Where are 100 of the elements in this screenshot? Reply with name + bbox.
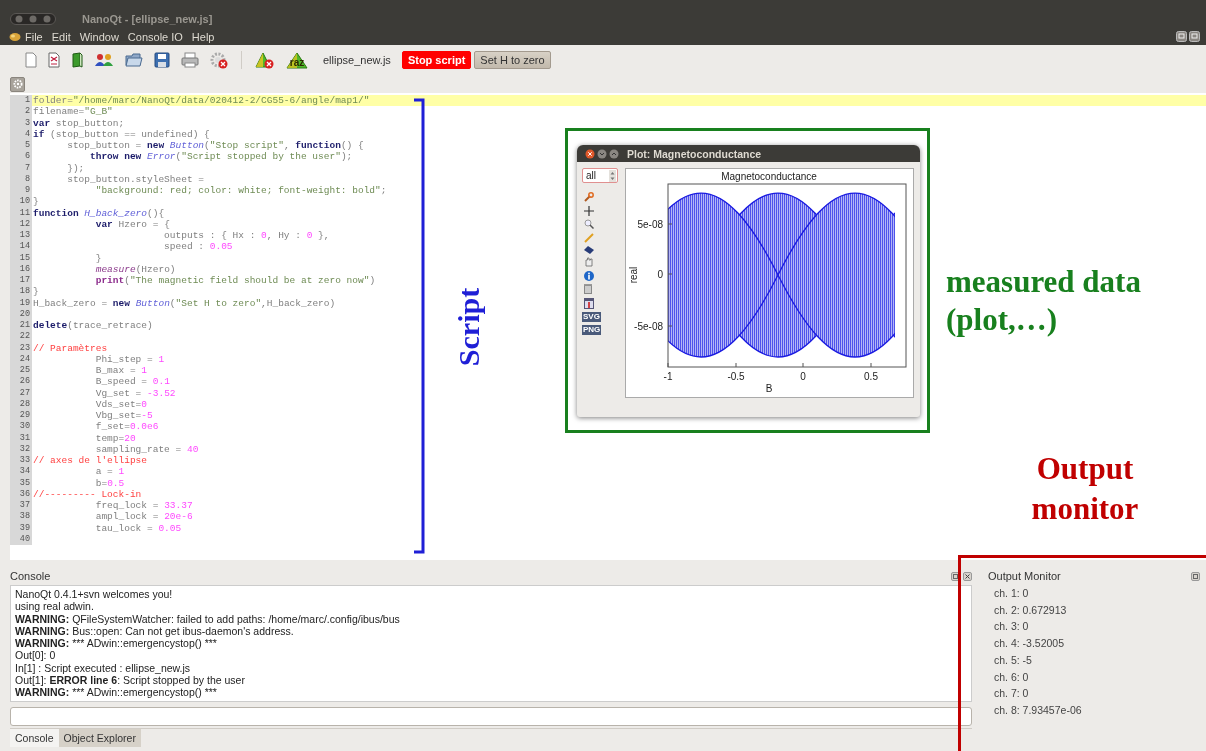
code-line: a = 1: [94, 466, 125, 478]
line-number: 17: [10, 275, 32, 287]
printer-icon[interactable]: [181, 52, 199, 68]
info-icon[interactable]: [584, 270, 594, 281]
code-line: temp=20: [94, 432, 136, 444]
console-line: WARNING: *** ADwin::emergencystop() ***: [15, 686, 218, 699]
code-line: var Hzero = {: [94, 218, 170, 230]
line-number: 33: [10, 455, 32, 467]
code-line: if (stop_button == undefined) {: [32, 128, 210, 140]
code-line: Vg_set = -3.52: [94, 387, 176, 399]
window-restore-icon[interactable]: [1176, 31, 1200, 42]
panel-title: Output Monitor: [988, 570, 1061, 582]
menu-item[interactable]: Console IO: [127, 30, 183, 43]
window-controls-icon[interactable]: [10, 13, 56, 25]
export-button[interactable]: SVG: [582, 311, 601, 322]
code-line: Vds_set=0: [94, 398, 148, 410]
line-number: 15: [10, 252, 32, 264]
line-number: 9: [10, 185, 32, 197]
code-line: B_max = 1: [94, 365, 148, 377]
trace-selector-field[interactable]: all: [582, 168, 618, 183]
zoom-icon[interactable]: [584, 219, 594, 230]
code-line: "background: red; color: white; font-weight: bold";: [94, 185, 387, 197]
line-number: 25: [10, 365, 32, 377]
menu-item[interactable]: Edit: [51, 30, 71, 43]
triangle-stop-icon[interactable]: [255, 51, 275, 69]
y-axis-label: real: [628, 266, 639, 284]
line-number: 5: [10, 140, 32, 152]
wrench-icon[interactable]: [584, 192, 594, 203]
gear-stop-icon[interactable]: [210, 51, 228, 69]
crosshair-icon[interactable]: [584, 205, 594, 216]
stop-script-button[interactable]: Stop script: [401, 51, 472, 69]
x-axis-label: B: [765, 383, 773, 394]
save-icon[interactable]: [154, 52, 170, 68]
line-number: 22: [10, 331, 32, 343]
people-icon[interactable]: [94, 52, 114, 68]
pdf-export-icon[interactable]: [584, 297, 594, 309]
code-line: print("The magnetic field should be at zero now"): [94, 275, 376, 287]
y-tick-label: 5e-08: [637, 218, 663, 230]
panel-tab[interactable]: Object Explorer: [58, 729, 141, 747]
channel-reading: ch. 5: -5: [993, 652, 1033, 668]
settings-button[interactable]: [10, 76, 25, 92]
channel-reading: ch. 6: 0: [993, 669, 1030, 685]
console-line: Out[0]: 0: [15, 649, 57, 662]
trash-icon[interactable]: [584, 284, 592, 295]
x-tick-label: -0.5: [727, 371, 745, 382]
line-number: 18: [10, 286, 32, 298]
code-line: b=0.5: [94, 477, 125, 489]
window-controls-icon[interactable]: [585, 148, 619, 159]
line-number: 11: [10, 207, 32, 219]
code-line: var stop_button;: [32, 117, 125, 129]
channel-reading: ch. 2: 0.672913: [993, 602, 1068, 618]
line-number: 1: [10, 95, 32, 107]
code-line: stop_button.styleSheet =: [66, 173, 205, 185]
script-file-icon[interactable]: [48, 52, 60, 68]
line-number: 19: [10, 297, 32, 309]
x-tick-label: 0: [800, 371, 806, 382]
chart-title: Magnetoconductance: [721, 171, 817, 182]
channel-reading: ch. 1: 0: [993, 586, 1030, 601]
book-icon[interactable]: [71, 52, 83, 68]
undock-icon[interactable]: [951, 571, 960, 581]
code-line: ampl_lock = 20e-6: [94, 511, 193, 523]
line-number: 3: [10, 117, 32, 129]
code-line: }: [94, 252, 102, 264]
close-icon[interactable]: [963, 571, 972, 581]
line-number: 2: [10, 106, 32, 118]
console-line: NanoQt 0.4.1+svn welcomes you!: [15, 588, 174, 601]
code-editor[interactable]: [10, 93, 1206, 560]
code-line: Phi_step = 1: [94, 353, 165, 365]
code-line: }: [32, 196, 39, 208]
console-line: Out[1]: ERROR line 6: Script stopped by the user: [15, 674, 246, 687]
menu-item[interactable]: File: [25, 30, 43, 43]
code-line: measure(Hzero): [94, 263, 176, 275]
code-line: throw new Error("Script stopped by the user");: [89, 151, 353, 163]
code-line: filename="G_B": [32, 106, 113, 118]
console-line: WARNING: Bus::open: Can not get ibus-daemon's address.: [15, 624, 294, 638]
code-line: function H_back_zero(){: [32, 207, 165, 219]
line-number: 13: [10, 230, 32, 242]
folder-icon[interactable]: [125, 52, 143, 68]
menu-item[interactable]: Window: [79, 30, 119, 43]
menu-item[interactable]: Help: [191, 30, 215, 43]
line-number: 31: [10, 432, 32, 444]
undock-icon[interactable]: [1191, 571, 1200, 581]
toolbar-button[interactable]: Set H to zero: [474, 51, 551, 69]
line-number: 29: [10, 410, 32, 422]
annotation-label: Output monitor: [1030, 450, 1140, 528]
console-input-field[interactable]: [10, 707, 972, 726]
console-line: In[1] : Script executed : ellipse_new.js: [15, 661, 192, 675]
eraser-icon[interactable]: [584, 245, 594, 254]
spin-arrows-icon[interactable]: [609, 169, 616, 182]
code-line: delete(trace_retrace): [32, 320, 153, 332]
panel-tab[interactable]: Console: [10, 729, 59, 747]
hand-icon[interactable]: [584, 257, 593, 268]
line-number: 27: [10, 387, 32, 399]
code-line: freq_lock = 33.37: [94, 500, 193, 512]
annotation-label: Script: [453, 287, 486, 367]
line-number: 26: [10, 376, 32, 388]
export-button[interactable]: PNG: [582, 325, 602, 336]
y-tick-label: -5e-08: [634, 320, 663, 332]
reset-button[interactable]: raz: [286, 51, 308, 69]
code-line: stop_button = new Button("Stop script", function() {: [66, 140, 364, 152]
